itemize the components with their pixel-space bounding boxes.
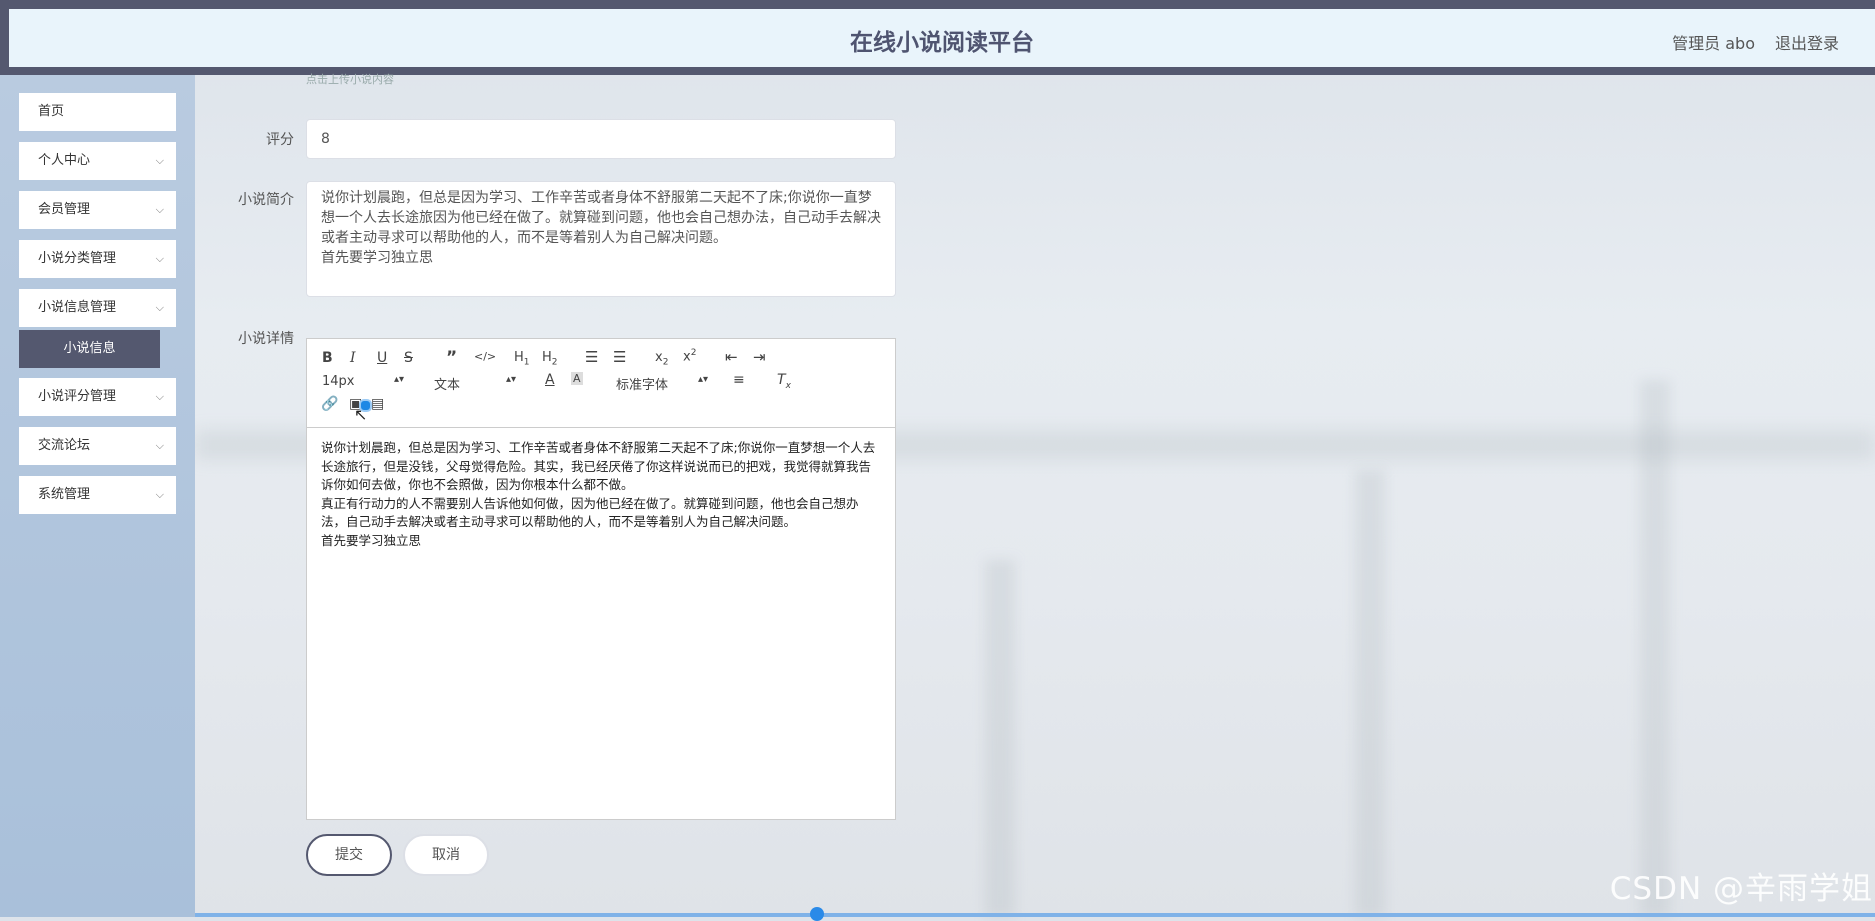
link-icon[interactable]: 🔗 <box>321 396 338 412</box>
clear-format-icon[interactable]: Tx <box>777 372 791 391</box>
chevron-down-icon: ⌵ <box>155 439 164 452</box>
mouse-cursor-icon: ↖ <box>354 405 368 424</box>
upload-hint: 点击上传小说内容 <box>306 73 394 86</box>
editor-content[interactable]: 说你计划晨跑，但总是因为学习、工作辛苦或者身体不舒服第二天起不了床;你说你一直梦… <box>321 439 881 550</box>
intro-textarea[interactable]: 说你计划晨跑，但总是因为学习、工作辛苦或者身体不舒服第二天起不了床;你说你一直梦… <box>306 181 896 297</box>
app-title: 在线小说阅读平台 <box>850 30 1034 56</box>
subscript-icon[interactable]: x2 <box>655 350 668 368</box>
sidebar-item-label: 会员管理 <box>38 202 91 217</box>
scrollbar-thumb[interactable] <box>810 907 824 921</box>
sidebar-item-label: 交流论坛 <box>38 438 91 453</box>
score-label: 评分 <box>266 132 294 148</box>
sidebar-item-label: 小说评分管理 <box>38 389 117 404</box>
bold-icon[interactable]: B <box>322 350 333 366</box>
strikethrough-icon[interactable]: S <box>404 350 413 366</box>
superscript-icon[interactable]: x2 <box>683 348 696 364</box>
sidebar-subitem-novel-info[interactable]: 小说信息 <box>19 330 160 368</box>
sidebar-item-label: 小说分类管理 <box>38 251 117 266</box>
font-color-icon[interactable]: A <box>545 372 555 388</box>
header-edge <box>0 9 9 75</box>
sidebar-item-member-management[interactable]: 会员管理 ⌵ <box>19 191 176 229</box>
background-post <box>1640 380 1670 917</box>
background-post <box>1355 470 1385 917</box>
font-size-select[interactable]: 14px ▴▾ <box>322 374 404 389</box>
ordered-list-icon[interactable]: ☰ <box>585 348 598 366</box>
sidebar-item-label: 小说信息管理 <box>38 300 117 315</box>
header: 在线小说阅读平台 管理员 abo 退出登录 <box>9 9 1875 75</box>
chevron-down-icon: ⌵ <box>155 154 164 167</box>
text-type-value: 文本 <box>434 378 461 393</box>
sidebar-item-personal-center[interactable]: 个人中心 ⌵ <box>19 142 176 180</box>
chevron-down-icon: ⌵ <box>155 488 164 501</box>
select-arrow-icon: ▴▾ <box>505 374 516 385</box>
font-family-select[interactable]: 标准字体 ▴▾ <box>616 374 708 393</box>
top-strip <box>0 0 1875 9</box>
sidebar-item-rating-management[interactable]: 小说评分管理 ⌵ <box>19 378 176 416</box>
submit-button[interactable]: 提交 <box>306 834 392 876</box>
cancel-button[interactable]: 取消 <box>403 834 489 876</box>
bullet-list-icon[interactable]: ☰ <box>613 348 626 366</box>
sidebar-item-home[interactable]: 首页 <box>19 93 176 131</box>
intro-label: 小说简介 <box>238 192 294 208</box>
editor-toolbar: B I U S ” </> H1 H2 ☰ ☰ x2 x2 ⇤ ⇥ 14px ▴▾… <box>307 339 895 428</box>
chevron-down-icon: ⌵ <box>155 252 164 265</box>
sidebar-item-label: 系统管理 <box>38 487 91 502</box>
admin-label: 管理员 abo <box>1672 34 1755 53</box>
font-family-value: 标准字体 <box>616 378 669 393</box>
underline-icon[interactable]: U <box>377 350 387 366</box>
code-block-icon[interactable]: </> <box>474 350 496 363</box>
font-size-value: 14px <box>322 374 355 389</box>
sidebar-item-forum[interactable]: 交流论坛 ⌵ <box>19 427 176 465</box>
heading2-icon[interactable]: H2 <box>542 350 558 368</box>
sidebar-item-label: 个人中心 <box>38 153 91 168</box>
select-arrow-icon: ▴▾ <box>697 374 708 385</box>
align-icon[interactable]: ≡ <box>733 372 745 388</box>
sidebar-item-category-management[interactable]: 小说分类管理 ⌵ <box>19 240 176 278</box>
text-type-select[interactable]: 文本 ▴▾ <box>434 374 516 393</box>
watermark: CSDN @辛雨学姐 <box>1609 871 1873 907</box>
blockquote-icon[interactable]: ” <box>446 348 457 368</box>
chevron-down-icon: ⌵ <box>155 390 164 403</box>
sidebar-item-system-management[interactable]: 系统管理 ⌵ <box>19 476 176 514</box>
chevron-up-icon: ⌵ <box>155 301 164 314</box>
select-arrow-icon: ▴▾ <box>393 374 404 385</box>
horizontal-scrollbar[interactable] <box>195 913 1875 917</box>
sidebar-item-label: 首页 <box>38 104 65 119</box>
sidebar-item-novel-info-management[interactable]: 小说信息管理 ⌵ <box>19 289 176 327</box>
heading1-icon[interactable]: H1 <box>514 350 530 368</box>
details-label: 小说详情 <box>238 331 294 347</box>
italic-icon[interactable]: I <box>350 350 356 366</box>
chevron-down-icon: ⌵ <box>155 203 164 216</box>
background-color-icon[interactable]: A <box>571 372 583 385</box>
outdent-icon[interactable]: ⇤ <box>725 348 738 366</box>
background-post <box>985 560 1015 917</box>
score-input[interactable]: 8 <box>306 119 896 159</box>
sidebar: 首页 个人中心 ⌵ 会员管理 ⌵ 小说分类管理 ⌵ 小说信息管理 ⌵ 小说信息 小说评分… <box>0 75 195 917</box>
rich-text-editor[interactable]: B I U S ” </> H1 H2 ☰ ☰ x2 x2 ⇤ ⇥ 14px ▴▾… <box>306 338 896 820</box>
video-icon[interactable]: ▤ <box>371 396 384 412</box>
indent-icon[interactable]: ⇥ <box>753 348 766 366</box>
logout-link[interactable]: 退出登录 <box>1775 30 1839 54</box>
